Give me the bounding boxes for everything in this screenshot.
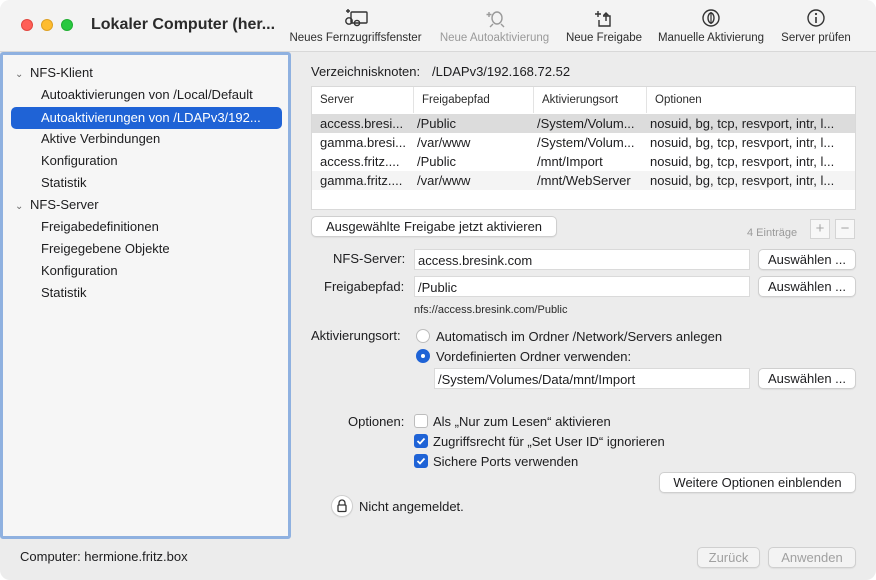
nfs-server-field[interactable]: access.bresink.com: [414, 249, 750, 270]
sidebar-item-server-statistics[interactable]: Statistik: [41, 285, 87, 300]
table-row[interactable]: access.bresi... /Public /System/Volum...…: [312, 114, 855, 133]
readonly-checkbox[interactable]: [414, 414, 428, 428]
remove-entry-button[interactable]: −: [835, 219, 855, 239]
table-cell: nosuid, bg, tcp, resvport, intr, l...: [650, 135, 835, 150]
chevron-down-icon: ⌄: [15, 69, 24, 80]
new-automount-button[interactable]: Neue Autoaktivierung: [438, 8, 551, 44]
new-remote-window-button[interactable]: Neues Fernzugriffsfenster: [287, 8, 424, 44]
checkmark-icon: [416, 457, 426, 465]
window-title: Lokaler Computer (her...: [91, 16, 276, 33]
sidebar-item-automounts-ldap[interactable]: Autoaktivierungen von /LDAPv3/192...: [11, 107, 282, 129]
sidebar-item-client-configuration[interactable]: Konfiguration: [41, 153, 118, 168]
app-window: Lokaler Computer (her... Neues Fernzugri…: [0, 0, 876, 580]
table-cell: /System/Volum...: [537, 116, 635, 131]
secure-ports-checkbox[interactable]: [414, 454, 428, 468]
login-status: Nicht angemeldet.: [359, 499, 464, 514]
table-cell: /mnt/WebServer: [537, 173, 631, 188]
mount-path-field[interactable]: /System/Volumes/Data/mnt/Import: [434, 368, 750, 389]
sidebar-group-nfs-client[interactable]: ⌄ NFS-Klient: [15, 65, 93, 80]
ignore-setuid-checkbox[interactable]: [414, 434, 428, 448]
table-cell: /mnt/Import: [537, 154, 603, 169]
info-icon: [807, 9, 825, 27]
new-remote-window-label: Neues Fernzugriffsfenster: [289, 32, 422, 44]
sidebar-item-automounts-local[interactable]: Autoaktivierungen von /Local/Default: [41, 87, 253, 102]
choose-mount-button[interactable]: Auswählen ...: [758, 368, 856, 389]
table-cell: /var/www: [417, 135, 471, 150]
entry-count: 4 Einträge: [747, 227, 798, 239]
table-cell: nosuid, bg, tcp, resvport, intr, l...: [650, 154, 835, 169]
apply-button[interactable]: Anwenden: [768, 547, 856, 568]
table-cell: nosuid, bg, tcp, resvport, intr, l...: [650, 173, 835, 188]
sidebar-item-shared-objects[interactable]: Freigegebene Objekte: [41, 241, 170, 256]
table-cell: /System/Volum...: [537, 135, 635, 150]
directory-node-value: /LDAPv3/192.168.72.52: [432, 64, 571, 79]
column-header-mount-location[interactable]: Aktivierungsort: [533, 87, 646, 113]
new-share-label: Neue Freigabe: [565, 32, 643, 44]
nfs-server-label: NFS-Server:: [333, 251, 406, 266]
ignore-setuid-checkbox-label: Zugriffsrecht für „Set User ID“ ignorier…: [433, 434, 665, 449]
new-share-button[interactable]: Neue Freigabe: [565, 8, 643, 44]
automount-table[interactable]: Server Freigabepfad Aktivierungsort Opti…: [311, 86, 856, 210]
directory-node-label: Verzeichnisknoten:: [311, 64, 421, 79]
close-window-button[interactable]: [21, 19, 33, 31]
minimize-window-button[interactable]: [41, 19, 53, 31]
table-cell: access.bresi...: [320, 116, 404, 131]
chevron-down-icon: ⌄: [15, 201, 24, 212]
readonly-checkbox-label: Als „Nur zum Lesen“ aktivieren: [433, 414, 611, 429]
sidebar: ⌄ NFS-Klient Autoaktivierungen von /Local…: [0, 52, 291, 539]
check-server-button[interactable]: Server prüfen: [780, 8, 852, 44]
computer-name: Computer: hermione.fritz.box: [20, 549, 188, 564]
choose-server-button[interactable]: Auswählen ...: [758, 249, 856, 270]
toolbar: Lokaler Computer (her... Neues Fernzugri…: [0, 0, 876, 52]
radio-auto-mount[interactable]: [416, 329, 430, 343]
nfs-url: nfs://access.bresink.com/Public: [414, 304, 568, 316]
share-path-label: Freigabepfad:: [324, 279, 405, 294]
sidebar-group-label: NFS-Server: [30, 197, 99, 212]
secure-ports-checkbox-label: Sichere Ports verwenden: [433, 454, 579, 469]
table-cell: gamma.fritz....: [320, 173, 403, 188]
column-header-share-path[interactable]: Freigabepfad: [413, 87, 533, 113]
table-cell: nosuid, bg, tcp, resvport, intr, l...: [650, 116, 835, 131]
mount-location-label: Aktivierungsort:: [311, 328, 401, 343]
lock-button[interactable]: [331, 495, 353, 517]
sidebar-item-active-connections[interactable]: Aktive Verbindungen: [41, 131, 160, 146]
manual-mount-label: Manuelle Aktivierung: [657, 32, 765, 44]
lock-icon: [337, 499, 347, 513]
automount-icon: [486, 11, 504, 28]
add-entry-button[interactable]: +: [810, 219, 830, 239]
choose-path-button[interactable]: Auswählen ...: [758, 276, 856, 297]
table-row[interactable]: gamma.bresi... /var/www /System/Volum...…: [312, 133, 855, 152]
manual-mount-icon: [702, 9, 720, 27]
sidebar-item-server-configuration[interactable]: Konfiguration: [41, 263, 118, 278]
revert-button[interactable]: Zurück: [697, 547, 760, 568]
zoom-window-button[interactable]: [61, 19, 73, 31]
more-options-button[interactable]: Weitere Optionen einblenden: [659, 472, 856, 493]
table-row[interactable]: gamma.fritz.... /var/www /mnt/WebServer …: [312, 171, 855, 190]
table-cell: gamma.bresi...: [320, 135, 406, 150]
check-server-label: Server prüfen: [781, 32, 851, 44]
checkmark-icon: [416, 437, 426, 445]
radio-predefined-folder-label: Vordefinierten Ordner verwenden:: [436, 349, 632, 364]
table-row[interactable]: access.fritz.... /Public /mnt/Import nos…: [312, 152, 855, 171]
column-header-server[interactable]: Server: [312, 87, 413, 113]
sidebar-group-nfs-server[interactable]: ⌄ NFS-Server: [15, 197, 99, 212]
sidebar-group-label: NFS-Klient: [30, 65, 93, 80]
share-path-field[interactable]: /Public: [414, 276, 750, 297]
table-cell: /Public: [417, 116, 457, 131]
activate-share-button[interactable]: Ausgewählte Freigabe jetzt aktivieren: [311, 216, 557, 237]
new-automount-label: Neue Autoaktivierung: [439, 32, 550, 44]
sidebar-item-share-definitions[interactable]: Freigabedefinitionen: [41, 219, 159, 234]
manual-mount-button[interactable]: Manuelle Aktivierung: [656, 8, 766, 44]
radio-auto-mount-label: Automatisch im Ordner /Network/Servers a…: [436, 329, 723, 344]
new-share-icon: [595, 11, 611, 27]
table-cell: /Public: [417, 154, 457, 169]
radio-predefined-folder[interactable]: [416, 349, 430, 363]
options-label: Optionen:: [348, 414, 405, 429]
sidebar-item-client-statistics[interactable]: Statistik: [41, 175, 87, 190]
remote-window-icon: [344, 9, 368, 27]
table-cell: access.fritz....: [320, 154, 400, 169]
table-cell: /var/www: [417, 173, 471, 188]
column-header-options[interactable]: Optionen: [646, 87, 855, 113]
